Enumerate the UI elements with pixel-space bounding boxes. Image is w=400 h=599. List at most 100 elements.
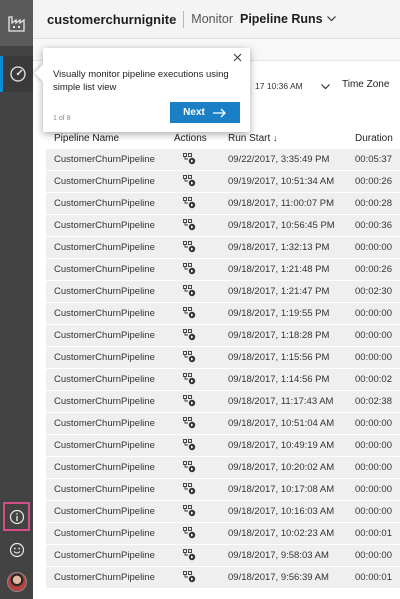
run-actions-icon[interactable]: [183, 241, 196, 256]
run-actions-icon[interactable]: [183, 549, 196, 564]
table-row[interactable]: CustomerChurnPipeline 09/18/2017, 1:18:28…: [46, 325, 400, 347]
run-actions-icon[interactable]: [183, 373, 196, 388]
duration-cell: 00:00:00: [355, 308, 392, 319]
table-row[interactable]: CustomerChurnPipeline 09/18/2017, 1:19:55…: [46, 303, 400, 325]
table-row[interactable]: CustomerChurnPipeline 09/18/2017, 1:21:47…: [46, 281, 400, 303]
table-row[interactable]: CustomerChurnPipeline 09/18/2017, 10:02:2…: [46, 523, 400, 545]
chevron-down-icon[interactable]: [321, 82, 330, 92]
duration-cell: 00:00:00: [355, 462, 392, 473]
run-start-cell: 09/18/2017, 9:58:03 AM: [228, 550, 329, 561]
pipeline-name-cell[interactable]: CustomerChurnPipeline: [54, 242, 155, 253]
info-icon[interactable]: [3, 502, 30, 531]
header-duration[interactable]: Duration: [355, 133, 393, 144]
pipeline-name-cell[interactable]: CustomerChurnPipeline: [54, 220, 155, 231]
run-actions-icon[interactable]: [183, 439, 196, 454]
date-range-value[interactable]: 17 10:36 AM: [255, 81, 303, 91]
pipeline-name-cell[interactable]: CustomerChurnPipeline: [54, 572, 155, 583]
table-row[interactable]: CustomerChurnPipeline 09/18/2017, 1:15:56…: [46, 347, 400, 369]
pipeline-name-cell[interactable]: CustomerChurnPipeline: [54, 330, 155, 341]
pipeline-name-cell[interactable]: CustomerChurnPipeline: [54, 308, 155, 319]
run-actions-icon[interactable]: [183, 153, 196, 168]
table-row[interactable]: CustomerChurnPipeline 09/18/2017, 10:16:0…: [46, 501, 400, 523]
table-row[interactable]: CustomerChurnPipeline 09/22/2017, 3:35:49…: [46, 149, 400, 171]
breadcrumb-monitor[interactable]: Monitor: [191, 12, 233, 26]
run-start-cell: 09/18/2017, 10:16:03 AM: [228, 506, 335, 517]
table-row[interactable]: CustomerChurnPipeline 09/19/2017, 10:51:3…: [46, 171, 400, 193]
close-icon[interactable]: [233, 53, 242, 65]
run-actions-icon[interactable]: [183, 263, 196, 278]
run-actions-icon[interactable]: [183, 461, 196, 476]
sort-desc-icon[interactable]: ↓: [273, 133, 278, 143]
arrow-right-icon: [212, 108, 226, 117]
header-run-start[interactable]: Run Start ↓: [228, 133, 278, 144]
next-button[interactable]: Next: [170, 102, 240, 123]
run-actions-icon[interactable]: [183, 285, 196, 300]
pipeline-name-cell[interactable]: CustomerChurnPipeline: [54, 528, 155, 539]
table-row[interactable]: CustomerChurnPipeline 09/18/2017, 11:17:4…: [46, 391, 400, 413]
table-row[interactable]: CustomerChurnPipeline 09/18/2017, 11:00:0…: [46, 193, 400, 215]
run-start-cell: 09/18/2017, 9:56:39 AM: [228, 572, 329, 583]
run-start-cell: 09/18/2017, 10:02:23 AM: [228, 528, 335, 539]
pipeline-runs-table: Pipeline Name Actions Run Start ↓ Durati…: [46, 128, 400, 589]
pipeline-name-cell[interactable]: CustomerChurnPipeline: [54, 198, 155, 209]
run-start-cell: 09/18/2017, 10:49:19 AM: [228, 440, 335, 451]
smiley-icon[interactable]: [6, 539, 28, 561]
pipeline-name-cell[interactable]: CustomerChurnPipeline: [54, 264, 155, 275]
timezone-label[interactable]: Time Zone: [342, 79, 389, 90]
run-actions-icon[interactable]: [183, 571, 196, 586]
table-row[interactable]: CustomerChurnPipeline 09/18/2017, 1:32:13…: [46, 237, 400, 259]
chevron-down-icon[interactable]: [326, 14, 336, 24]
table-row[interactable]: CustomerChurnPipeline 09/18/2017, 10:17:0…: [46, 479, 400, 501]
table-row[interactable]: CustomerChurnPipeline 09/18/2017, 1:21:48…: [46, 259, 400, 281]
duration-cell: 00:00:00: [355, 418, 392, 429]
table-row[interactable]: CustomerChurnPipeline 09/18/2017, 10:49:1…: [46, 435, 400, 457]
run-actions-icon[interactable]: [183, 395, 196, 410]
pipeline-name-cell[interactable]: CustomerChurnPipeline: [54, 418, 155, 429]
pipeline-name-cell[interactable]: CustomerChurnPipeline: [54, 154, 155, 165]
tooltip-text: Visually monitor pipeline executions usi…: [53, 69, 229, 93]
run-actions-icon[interactable]: [183, 197, 196, 212]
table-row[interactable]: CustomerChurnPipeline 09/18/2017, 1:14:56…: [46, 369, 400, 391]
pipeline-name-cell[interactable]: CustomerChurnPipeline: [54, 352, 155, 363]
pipeline-name-cell[interactable]: CustomerChurnPipeline: [54, 440, 155, 451]
header-pipeline-name[interactable]: Pipeline Name: [54, 133, 119, 144]
run-actions-icon[interactable]: [183, 527, 196, 542]
pipeline-name-cell[interactable]: CustomerChurnPipeline: [54, 396, 155, 407]
run-start-cell: 09/18/2017, 10:20:02 AM: [228, 462, 335, 473]
table-row[interactable]: CustomerChurnPipeline 09/18/2017, 10:51:0…: [46, 413, 400, 435]
pipeline-name-cell[interactable]: CustomerChurnPipeline: [54, 506, 155, 517]
table-row[interactable]: CustomerChurnPipeline 09/18/2017, 9:58:03…: [46, 545, 400, 567]
run-actions-icon[interactable]: [183, 505, 196, 520]
gauge-icon[interactable]: [0, 56, 33, 92]
run-start-cell: 09/18/2017, 11:00:07 PM: [228, 198, 334, 209]
duration-cell: 00:00:00: [355, 242, 392, 253]
avatar[interactable]: [7, 572, 27, 592]
run-start-cell: 09/22/2017, 3:35:49 PM: [228, 154, 330, 165]
pipeline-name-cell[interactable]: CustomerChurnPipeline: [54, 484, 155, 495]
table-row[interactable]: CustomerChurnPipeline 09/18/2017, 10:20:0…: [46, 457, 400, 479]
table-row[interactable]: CustomerChurnPipeline 09/18/2017, 9:56:39…: [46, 567, 400, 589]
pipeline-name-cell[interactable]: CustomerChurnPipeline: [54, 550, 155, 561]
factory-icon[interactable]: [0, 0, 33, 46]
pipeline-name-cell[interactable]: CustomerChurnPipeline: [54, 374, 155, 385]
table-row[interactable]: CustomerChurnPipeline 09/18/2017, 10:56:4…: [46, 215, 400, 237]
pipeline-name-cell[interactable]: CustomerChurnPipeline: [54, 176, 155, 187]
breadcrumb-pipeline-runs[interactable]: Pipeline Runs: [240, 12, 323, 26]
run-actions-icon[interactable]: [183, 483, 196, 498]
run-actions-icon[interactable]: [183, 351, 196, 366]
run-actions-icon[interactable]: [183, 175, 196, 190]
duration-cell: 00:00:00: [355, 330, 392, 341]
duration-cell: 00:00:00: [355, 484, 392, 495]
run-actions-icon[interactable]: [183, 417, 196, 432]
run-actions-icon[interactable]: [183, 219, 196, 234]
run-start-cell: 09/18/2017, 1:19:55 PM: [228, 308, 330, 319]
run-start-cell: 09/18/2017, 10:51:04 AM: [228, 418, 335, 429]
duration-cell: 00:02:38: [355, 396, 392, 407]
pipeline-name-cell[interactable]: CustomerChurnPipeline: [54, 462, 155, 473]
run-start-cell: 09/18/2017, 10:56:45 PM: [228, 220, 335, 231]
pipeline-name-cell[interactable]: CustomerChurnPipeline: [54, 286, 155, 297]
duration-cell: 00:00:01: [355, 528, 392, 539]
run-actions-icon[interactable]: [183, 307, 196, 322]
app-header: customerchurnignite Monitor Pipeline Run…: [33, 0, 400, 39]
run-actions-icon[interactable]: [183, 329, 196, 344]
